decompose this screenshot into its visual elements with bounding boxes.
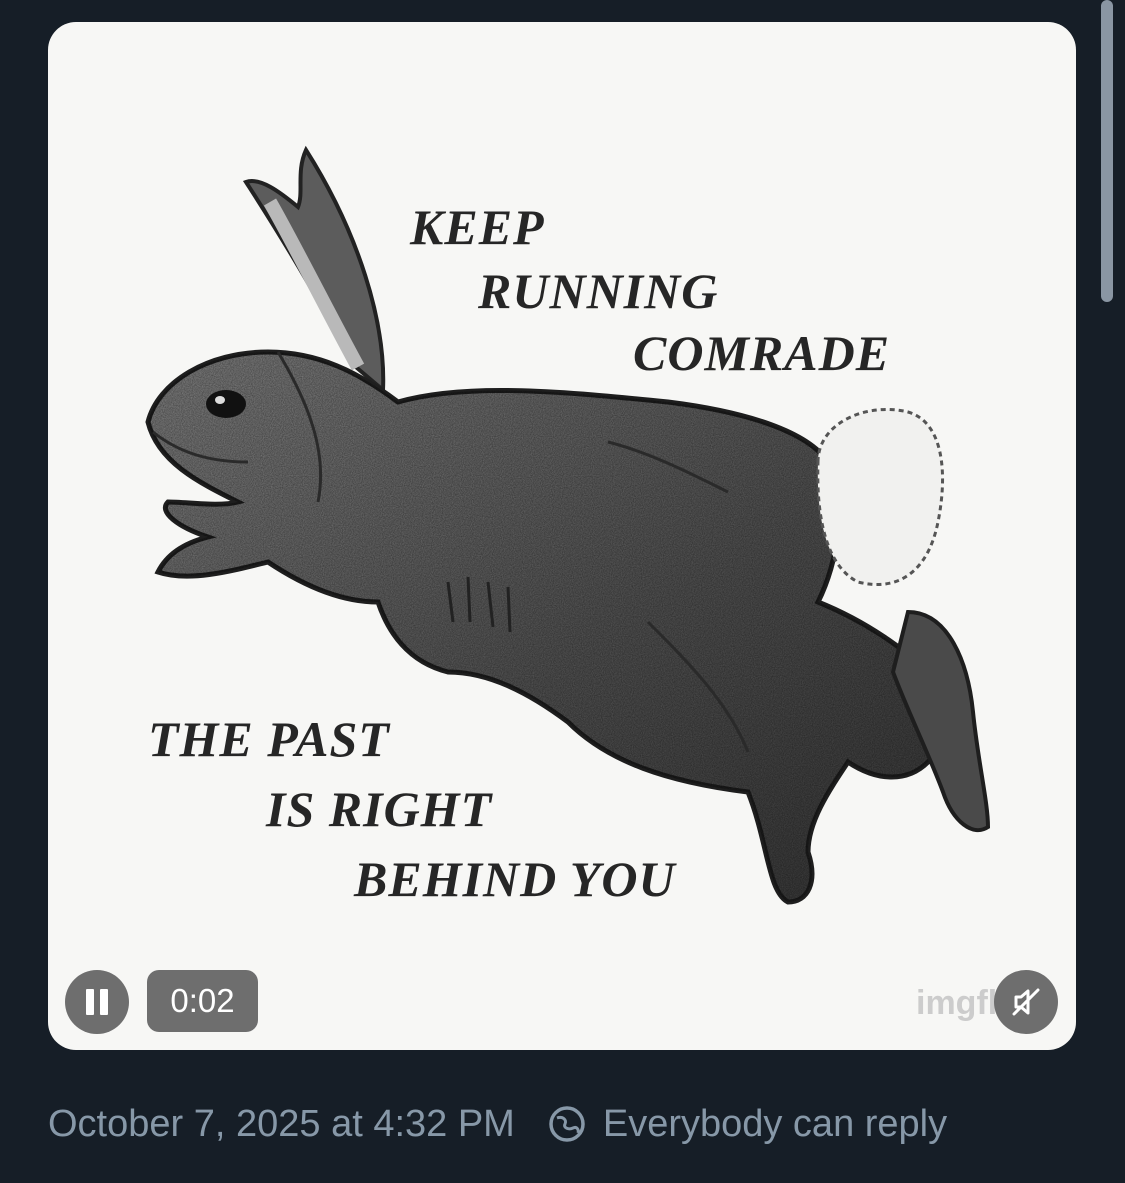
reply-setting[interactable]: Everybody can reply [603,1103,947,1146]
post-timestamp[interactable]: October 7, 2025 at 4:32 PM [48,1103,515,1146]
caption-line: RUNNING [478,263,719,319]
caption-line: KEEP [410,199,545,255]
video-player[interactable]: KEEP RUNNING COMRADE THE PAST IS RIGHT B… [48,22,1076,1050]
post-meta: October 7, 2025 at 4:32 PM Everybody can… [48,1098,947,1150]
pause-icon [83,989,111,1015]
pause-button[interactable] [65,970,129,1034]
mute-button[interactable] [994,970,1058,1034]
caption-line: IS RIGHT [266,781,493,837]
reply-audience-icon [547,1104,587,1144]
elapsed-time-badge: 0:02 [147,970,258,1032]
scrollbar-thumb[interactable] [1101,0,1113,302]
caption-line: THE PAST [148,711,390,767]
volume-muted-icon [1012,988,1040,1016]
caption-line: BEHIND YOU [354,851,676,907]
caption-line: COMRADE [633,325,891,381]
